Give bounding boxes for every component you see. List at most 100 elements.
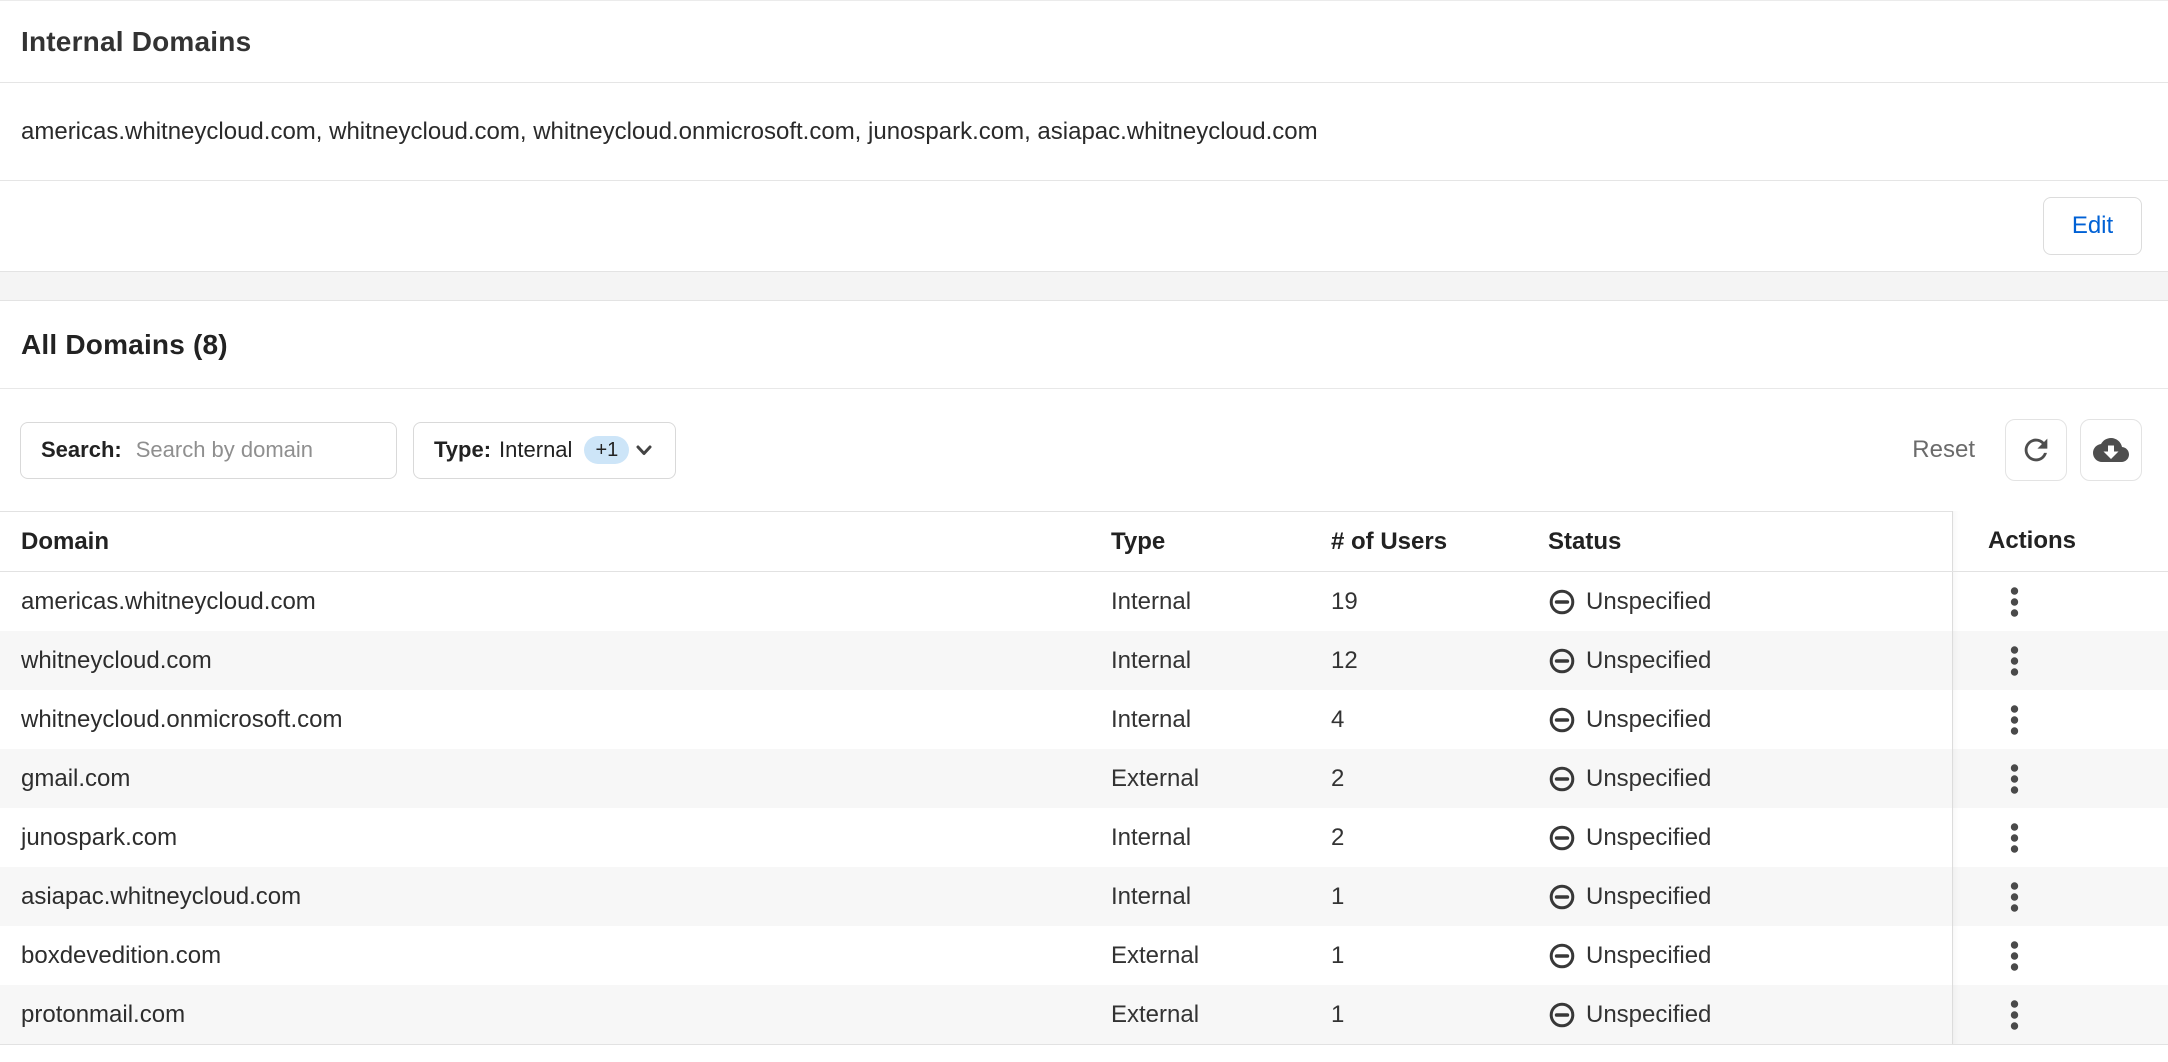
type-filter-dropdown[interactable]: Type: Internal +1 [413,422,676,479]
search-box[interactable]: Search: [20,422,397,479]
kebab-menu-icon [2010,881,2019,913]
all-domains-title: All Domains (8) [21,329,228,361]
cell-type: External [1090,926,1310,985]
chevron-down-icon [631,437,657,463]
refresh-icon [2019,433,2053,467]
cell-status: Unspecified [1530,926,1952,985]
cell-status: Unspecified [1530,631,1952,690]
column-header-users: # of Users [1310,511,1530,571]
internal-domains-header: Internal Domains [0,1,2168,83]
cell-domain: whitneycloud.onmicrosoft.com [0,690,1090,749]
cell-domain: asiapac.whitneycloud.com [0,867,1090,926]
minus-circle-icon [1548,1001,1576,1029]
cell-actions [1952,690,2168,749]
cell-type: Internal [1090,690,1310,749]
cell-users: 12 [1310,631,1530,690]
type-filter-value: Internal [499,437,572,463]
internal-domains-card: Internal Domains americas.whitneycloud.c… [0,1,2168,271]
cell-status: Unspecified [1530,808,1952,867]
row-actions-button[interactable] [2000,995,2029,1035]
status-label: Unspecified [1586,647,1711,675]
row-actions-button[interactable] [2000,759,2029,799]
cell-actions [1952,926,2168,985]
table-row: protonmail.com External 1 Unspecified [0,985,2168,1044]
cell-type: External [1090,985,1310,1044]
minus-circle-icon [1548,942,1576,970]
domains-admin-page: { "internal_domains": { "title": "Intern… [0,0,2168,1062]
row-actions-button[interactable] [2000,818,2029,858]
section-divider-band [0,271,2168,301]
cell-type: Internal [1090,631,1310,690]
cell-status: Unspecified [1530,985,1952,1044]
kebab-menu-icon [2010,940,2019,972]
internal-domains-list: americas.whitneycloud.com, whitneycloud.… [21,118,1318,146]
refresh-button[interactable] [2005,419,2067,481]
cell-domain: gmail.com [0,749,1090,808]
export-button[interactable] [2080,419,2142,481]
cell-actions [1952,867,2168,926]
cell-type: Internal [1090,808,1310,867]
kebab-menu-icon [2010,999,2019,1031]
filter-toolbar: Search: Type: Internal +1 Reset [0,389,2168,511]
row-actions-button[interactable] [2000,700,2029,740]
cell-domain: whitneycloud.com [0,631,1090,690]
cell-users: 2 [1310,808,1530,867]
minus-circle-icon [1548,706,1576,734]
cell-actions [1952,631,2168,690]
cell-type: Internal [1090,867,1310,926]
table-row: boxdevedition.com External 1 Unspecified [0,926,2168,985]
minus-circle-icon [1548,883,1576,911]
search-input[interactable] [136,437,380,463]
minus-circle-icon [1548,765,1576,793]
kebab-menu-icon [2010,822,2019,854]
internal-domains-body: americas.whitneycloud.com, whitneycloud.… [0,83,2168,181]
cell-users: 19 [1310,572,1530,631]
all-domains-section: All Domains (8) Search: Type: Internal +… [0,301,2168,1045]
row-actions-button[interactable] [2000,582,2029,622]
status-label: Unspecified [1586,588,1711,616]
domains-table: Domain Type # of Users Status Actions am… [0,511,2168,1045]
page-title: Internal Domains [21,26,251,58]
minus-circle-icon [1548,824,1576,852]
column-header-type: Type [1090,511,1310,571]
cell-status: Unspecified [1530,690,1952,749]
status-label: Unspecified [1586,706,1711,734]
search-label: Search: [41,437,122,463]
table-header-row: Domain Type # of Users Status Actions [0,511,2168,571]
table-row: asiapac.whitneycloud.com Internal 1 Unsp… [0,867,2168,926]
reset-button[interactable]: Reset [1912,436,1975,464]
row-actions-button[interactable] [2000,936,2029,976]
cloud-download-icon [2093,435,2129,465]
minus-circle-icon [1548,588,1576,616]
kebab-menu-icon [2010,645,2019,677]
status-label: Unspecified [1586,1001,1711,1029]
table-body: americas.whitneycloud.com Internal 19 Un… [0,572,2168,1045]
table-row: whitneycloud.com Internal 12 Unspecified [0,631,2168,690]
status-label: Unspecified [1586,824,1711,852]
kebab-menu-icon [2010,763,2019,795]
cell-users: 1 [1310,985,1530,1044]
column-header-status: Status [1530,511,1952,571]
table-row: gmail.com External 2 Unspecified [0,749,2168,808]
table-row: junospark.com Internal 2 Unspecified [0,808,2168,867]
cell-status: Unspecified [1530,572,1952,631]
status-label: Unspecified [1586,883,1711,911]
kebab-menu-icon [2010,586,2019,618]
cell-users: 2 [1310,749,1530,808]
cell-actions [1952,572,2168,631]
table-row: whitneycloud.onmicrosoft.com Internal 4 … [0,690,2168,749]
cell-domain: protonmail.com [0,985,1090,1044]
cell-domain: boxdevedition.com [0,926,1090,985]
column-header-domain: Domain [0,511,1090,571]
type-filter-label: Type: [434,437,491,463]
cell-actions [1952,749,2168,808]
type-filter-count-badge: +1 [584,436,629,464]
cell-actions [1952,985,2168,1044]
row-actions-button[interactable] [2000,641,2029,681]
edit-button[interactable]: Edit [2043,197,2142,255]
cell-users: 1 [1310,926,1530,985]
row-actions-button[interactable] [2000,877,2029,917]
cell-type: Internal [1090,572,1310,631]
table-row: americas.whitneycloud.com Internal 19 Un… [0,572,2168,631]
internal-domains-footer: Edit [0,181,2168,271]
